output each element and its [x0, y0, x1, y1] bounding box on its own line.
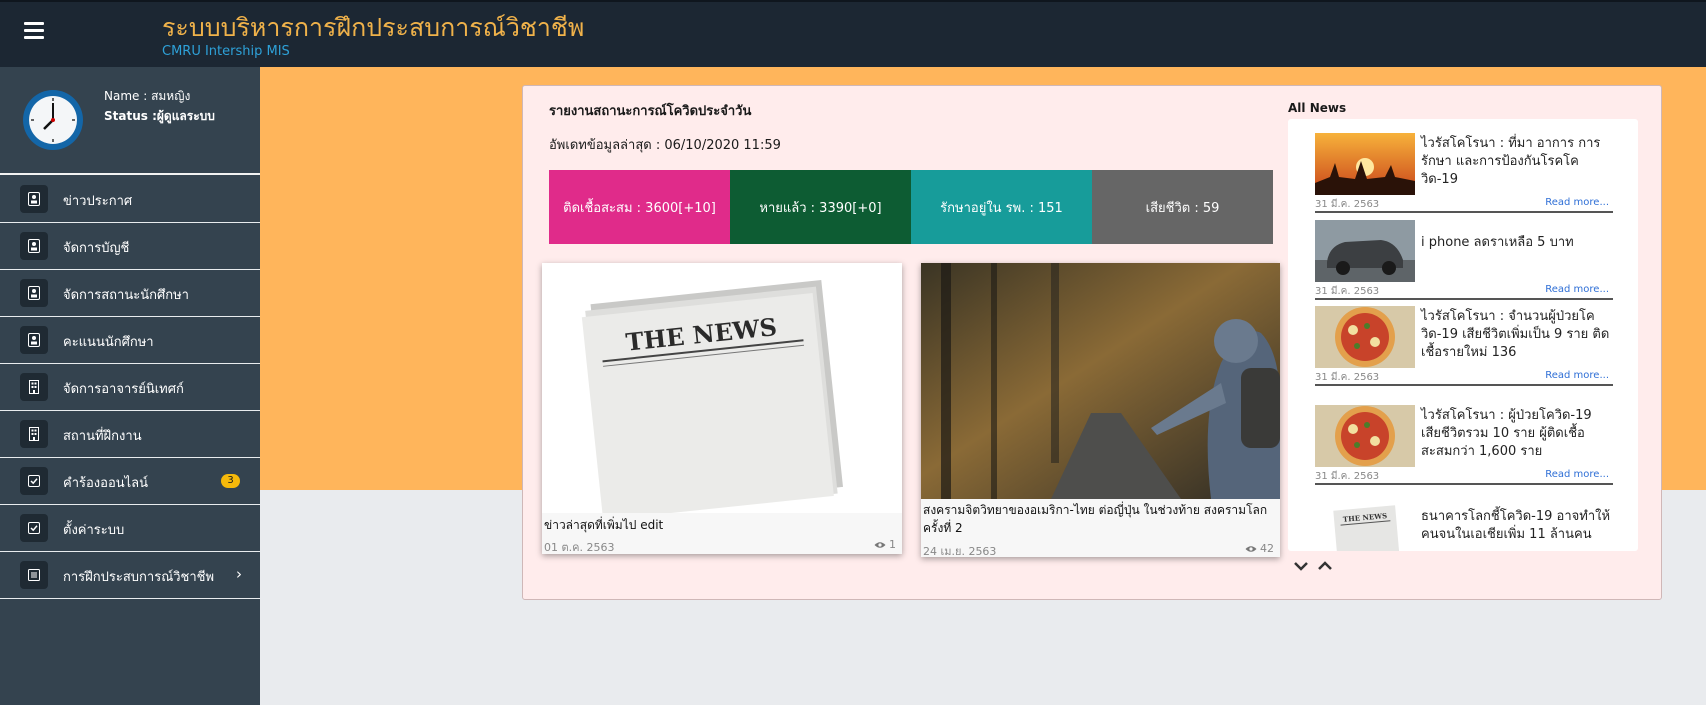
news-item-date: 31 มี.ค. 2563 [1315, 286, 1380, 297]
list-icon [20, 561, 48, 589]
stat-label: ติดเชื้อสะสม : 3600[+10] [563, 200, 716, 216]
sidebar: Name : สมหญิง Status :ผู้ดูแลระบบ ข่าวปร… [0, 67, 260, 705]
top-navbar: ระบบบริหารการฝึกประสบการณ์วิชาชีพ CMRU I… [0, 0, 1706, 67]
hitchhiker-photo [921, 263, 1280, 499]
news-title[interactable]: ข่าวล่าสุดที่เพิ่มไป edit [544, 516, 663, 534]
clock-icon [23, 90, 83, 150]
stat-deaths: เสียชีวิต : 59 [1092, 170, 1273, 244]
sidebar-item-label: คะแนนนักศึกษา [63, 335, 154, 350]
list-item[interactable]: ไวรัสโคโรนา : ผู้ป่วยโควิด-19 เสียชีวิตร… [1315, 399, 1613, 485]
app-title: ระบบบริหารการฝึกประสบการณ์วิชาชีพ [162, 13, 585, 42]
stat-label: หายแล้ว : 3390[+0] [759, 200, 882, 216]
news-item-title[interactable]: i phone ลดราเหลือ 5 บาท [1421, 234, 1613, 252]
stat-label: รักษาอยู่ใน รพ. : 151 [940, 200, 1063, 216]
news-title[interactable]: สงครามจิตวิทยาของอเมริกา-ไทย ต่อญี่ปุ่น … [923, 501, 1275, 537]
pizza-thumbnail [1315, 405, 1415, 467]
user-profile: Name : สมหญิง Status :ผู้ดูแลระบบ [0, 67, 260, 175]
covid-report-title: รายงานสถานะการณ์โควิดประจำวัน [549, 104, 752, 119]
sidebar-item-label: ตั้งค่าระบบ [63, 523, 125, 538]
news-views: 42 [1245, 542, 1274, 555]
chevron-up-icon[interactable] [1317, 556, 1333, 575]
notification-badge: 3 [221, 474, 240, 488]
news-card[interactable]: สงครามจิตวิทยาของอเมริกา-ไทย ต่อญี่ปุ่น … [921, 263, 1280, 558]
profile-name: Name : สมหญิง [104, 89, 191, 103]
news-date: 24 เม.ย. 2563 [923, 545, 997, 558]
profile-status: Status :ผู้ดูแลระบบ [104, 109, 215, 123]
badge-icon [20, 185, 48, 213]
sidebar-item-student-status[interactable]: จัดการสถานะนักศึกษา [0, 270, 260, 317]
all-news-heading: All News [1288, 101, 1347, 115]
chevron-right-icon: › [236, 565, 242, 583]
news-item-date: 31 มี.ค. 2563 [1315, 372, 1380, 383]
sidebar-item-label: คำร้องออนไลน์ [63, 476, 149, 491]
sidebar-item-supervisors[interactable]: จัดการอาจารย์นิเทศก์ [0, 364, 260, 411]
news-item-title[interactable]: ไวรัสโคโรนา : ผู้ป่วยโควิด-19 เสียชีวิตร… [1421, 407, 1613, 461]
news-item-title[interactable]: ธนาคารโลกชี้โควิด-19 อาจทำให้คนจนในเอเชี… [1421, 508, 1613, 544]
newspaper-image: THE NEWS [542, 263, 902, 513]
news-pager [1293, 556, 1333, 575]
news-views: 1 [874, 538, 896, 551]
sidebar-item-online-requests[interactable]: คำร้องออนไลน์ 3 [0, 458, 260, 505]
stat-hospitalized: รักษาอยู่ใน รพ. : 151 [911, 170, 1092, 244]
read-more-link[interactable]: Read more... [1545, 469, 1609, 480]
covid-stats: ติดเชื้อสะสม : 3600[+10] หายแล้ว : 3390[… [549, 170, 1273, 244]
list-item[interactable]: i phone ลดราเหลือ 5 บาท 31 มี.ค. 2563 Re… [1315, 214, 1613, 300]
app-subtitle: CMRU Intership MIS [162, 44, 290, 59]
news-card[interactable]: THE NEWS ข่าวล่าสุดที่เพิ่มไป edit 01 ต.… [542, 263, 902, 554]
check-square-icon [20, 467, 48, 495]
news-date: 01 ต.ค. 2563 [544, 541, 615, 554]
all-news-list[interactable]: ไวรัสโคโรนา : ที่มา อาการ การรักษา และกา… [1288, 119, 1638, 551]
covid-last-updated: อัพเดทข้อมูลล่าสุด : 06/10/2020 11:59 [549, 138, 781, 153]
news-item-title[interactable]: ไวรัสโคโรนา : ที่มา อาการ การรักษา และกา… [1421, 135, 1613, 189]
badge-icon [20, 326, 48, 354]
news-item-date: 31 มี.ค. 2563 [1315, 471, 1380, 482]
newspaper-thumbnail: THE NEWS [1315, 498, 1415, 551]
check-square-icon [20, 514, 48, 542]
sidebar-item-label: ข่าวประกาศ [63, 194, 133, 209]
car-thumbnail [1315, 220, 1415, 282]
sunset-thumbnail [1315, 133, 1415, 195]
read-more-link[interactable]: Read more... [1545, 284, 1609, 295]
news-item-date: 31 มี.ค. 2563 [1315, 199, 1380, 210]
eye-icon [1245, 545, 1257, 552]
sidebar-item-label: จัดการบัญชี [63, 241, 130, 256]
stat-infected: ติดเชื้อสะสม : 3600[+10] [549, 170, 730, 244]
sidebar-item-news[interactable]: ข่าวประกาศ [0, 176, 260, 223]
sidebar-item-label: การฝึกประสบการณ์วิชาชีพ [63, 570, 215, 585]
building-icon [20, 373, 48, 401]
views-count: 1 [889, 538, 896, 551]
badge-icon [20, 279, 48, 307]
pizza-thumbnail [1315, 306, 1415, 368]
sidebar-item-student-scores[interactable]: คะแนนนักศึกษา [0, 317, 260, 364]
sidebar-item-label: สถานที่ฝึกงาน [63, 429, 142, 444]
stat-label: เสียชีวิต : 59 [1145, 200, 1220, 216]
eye-icon [874, 541, 886, 548]
sidebar-item-settings[interactable]: ตั้งค่าระบบ [0, 505, 260, 552]
read-more-link[interactable]: Read more... [1545, 197, 1609, 208]
sidebar-item-label: จัดการสถานะนักศึกษา [63, 288, 189, 303]
chevron-down-icon[interactable] [1293, 556, 1309, 575]
list-item[interactable]: ไวรัสโคโรนา : ที่มา อาการ การรักษา และกา… [1315, 127, 1613, 213]
list-item[interactable]: THE NEWS ธนาคารโลกชี้โควิด-19 อาจทำให้คน… [1315, 492, 1613, 551]
dashboard-card: รายงานสถานะการณ์โควิดประจำวัน อัพเดทข้อม… [522, 85, 1662, 600]
hamburger-icon[interactable] [24, 22, 44, 40]
badge-icon [20, 232, 48, 260]
read-more-link[interactable]: Read more... [1545, 370, 1609, 381]
sidebar-item-label: จัดการอาจารย์นิเทศก์ [63, 382, 184, 397]
sidebar-menu: ข่าวประกาศ จัดการบัญชี จัดการสถานะนักศึก… [0, 176, 260, 599]
stat-recovered: หายแล้ว : 3390[+0] [730, 170, 911, 244]
views-count: 42 [1260, 542, 1274, 555]
list-item[interactable]: ไวรัสโคโรนา : จำนวนผู้ป่วยโควิด-19 เสียช… [1315, 300, 1613, 386]
sidebar-item-accounts[interactable]: จัดการบัญชี [0, 223, 260, 270]
building-icon [20, 420, 48, 448]
news-item-title[interactable]: ไวรัสโคโรนา : จำนวนผู้ป่วยโควิด-19 เสียช… [1421, 308, 1613, 362]
sidebar-item-workplaces[interactable]: สถานที่ฝึกงาน [0, 411, 260, 458]
sidebar-item-internship[interactable]: การฝึกประสบการณ์วิชาชีพ › [0, 552, 260, 599]
